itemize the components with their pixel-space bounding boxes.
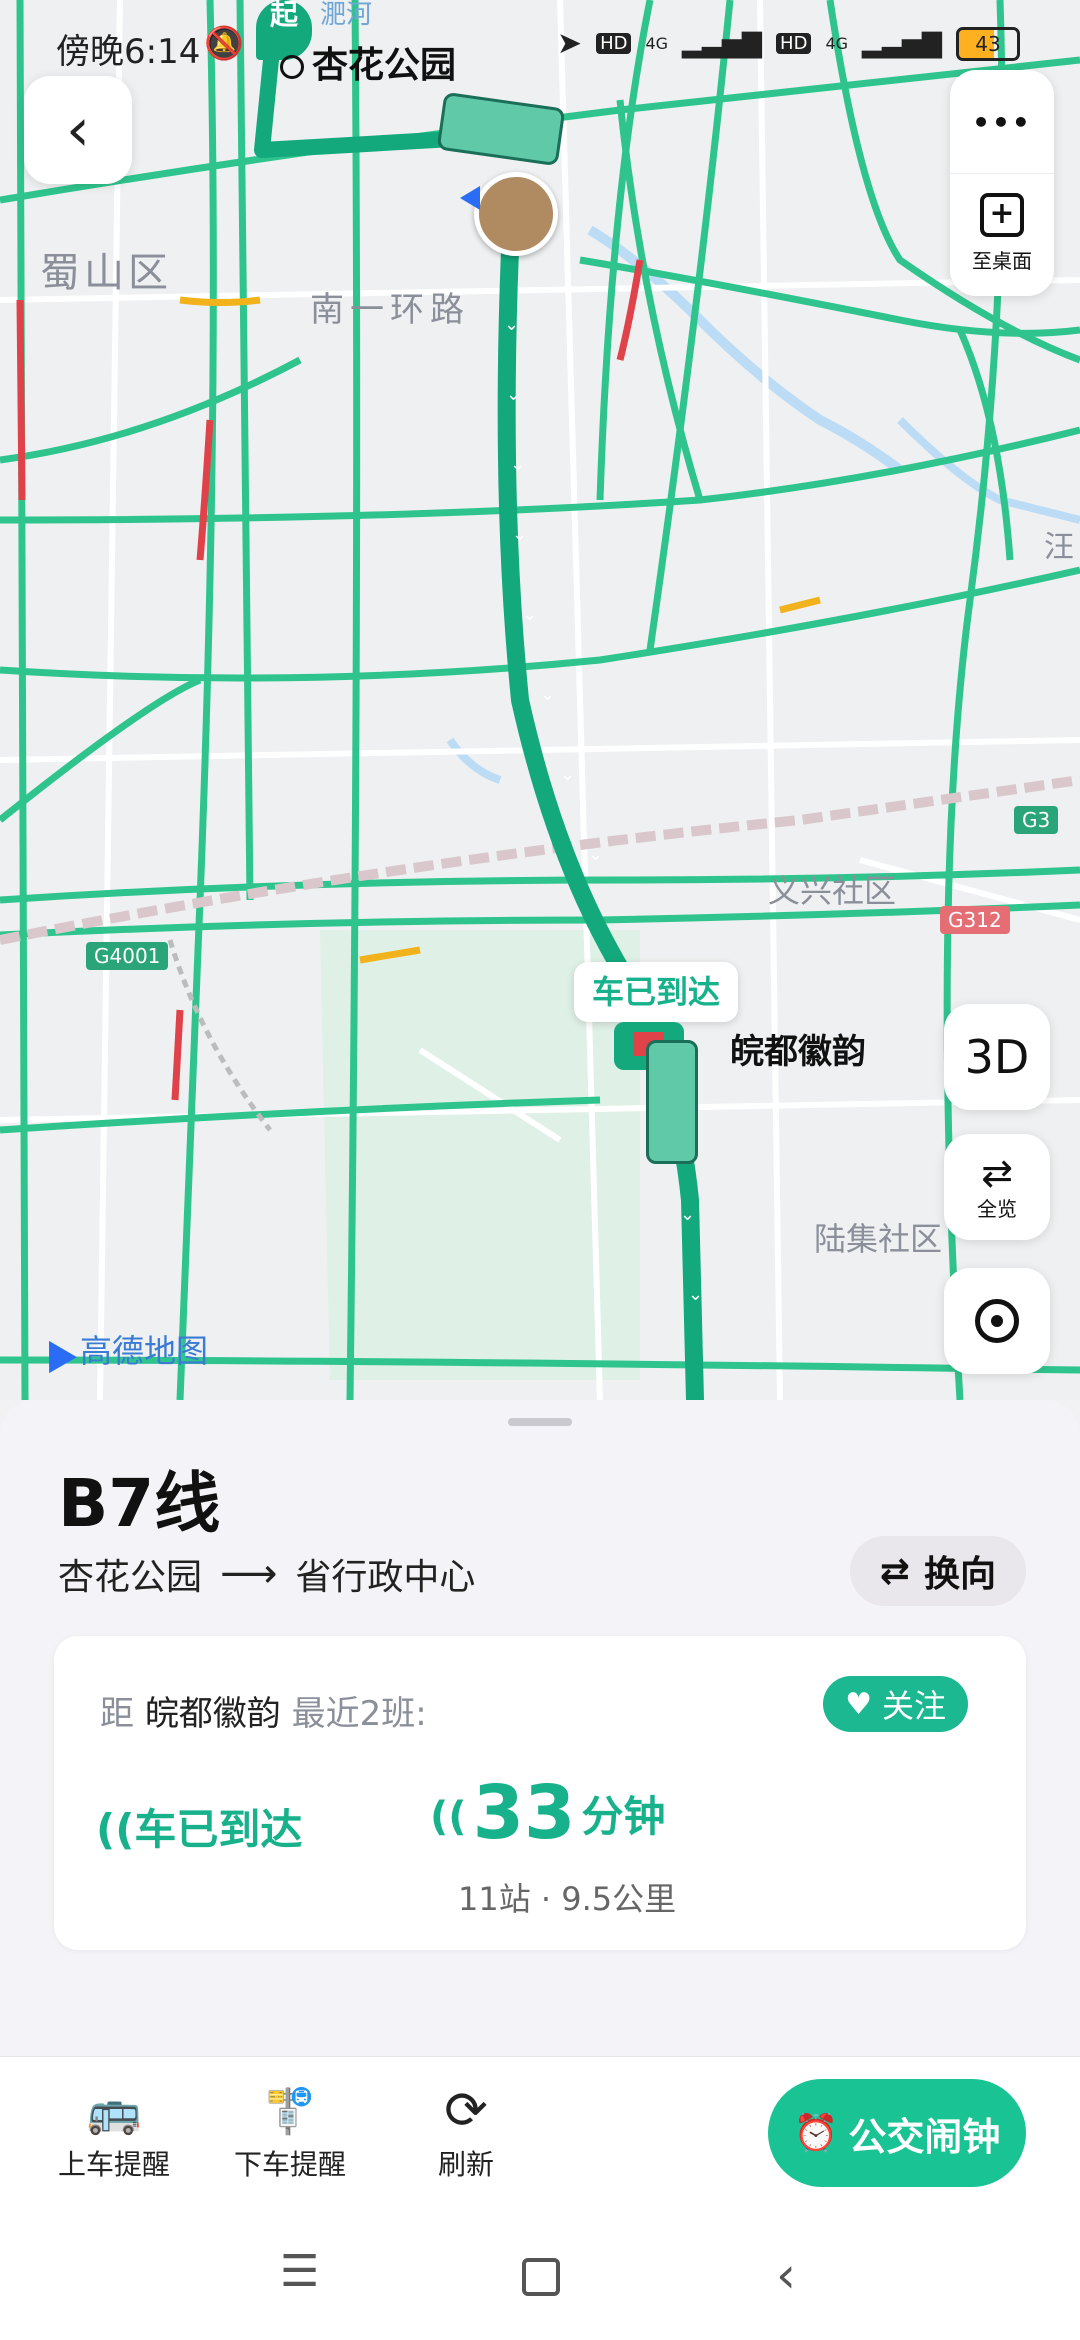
place-label-wang: 汪: [1044, 530, 1074, 565]
distance-stop-name: 皖都徽韵: [144, 1694, 281, 1734]
stop-name-label: 皖都徽韵: [730, 1032, 866, 1072]
location-arrow-icon: ➤: [556, 26, 583, 61]
home-icon[interactable]: [522, 2258, 560, 2296]
more-icon: •••: [972, 106, 1032, 139]
arrival-card: 距 皖都徽韵 最近2班: ♥ 关注 ((车已到达 (( 33 分钟 11站 · …: [54, 1636, 1026, 1950]
bus-board-icon: 🚌: [86, 2086, 142, 2137]
bus-arrived-bubble: 车已到达: [574, 962, 739, 1022]
highway-label-g4001: G4001: [86, 942, 169, 970]
bus2-eta: (( 33 分钟: [430, 1776, 666, 1850]
follow-button[interactable]: ♥ 关注: [823, 1676, 968, 1732]
place-label-yixing: 义兴社区: [768, 872, 897, 910]
svg-text:⌄: ⌄: [588, 844, 603, 865]
3d-label: 3D: [964, 1030, 1030, 1084]
direction-from: 杏花公园: [58, 1557, 203, 1598]
road-label: 南一环路: [310, 290, 470, 330]
route-overview-icon: ⇄: [981, 1150, 1013, 1195]
realtime-signal-icon-2: ((: [430, 1794, 467, 1840]
highway-label-g312: G312: [940, 906, 1010, 934]
user-location-avatar[interactable]: [474, 172, 558, 256]
alight-alert-label: 下车提醒: [233, 2148, 346, 2181]
svg-text:⌄: ⌄: [512, 524, 527, 545]
net-label-1: 4G: [645, 34, 669, 53]
map-view[interactable]: ⌄ ⌄ ⌄ ⌄ ⌄ ⌄ ⌄ ⌄ ⌄ ⌄ 起 杏花公园 淝河 蜀山区 南一环路 义兴社区 陆集…: [0, 0, 1080, 1400]
3d-button[interactable]: 3D: [944, 1004, 1050, 1110]
distance-header: 距 皖都徽韵 最近2班:: [100, 1694, 427, 1734]
overview-label: 全览: [977, 1196, 1017, 1221]
signal-icon-2: ▂▃▅▇: [862, 28, 942, 59]
back-arrow-icon: ‹: [66, 95, 90, 165]
alarm-clock-icon: ⏰: [793, 2113, 839, 2154]
swap-label: 换向: [923, 1554, 996, 1595]
line-name: B7线: [58, 1465, 221, 1542]
heading-arrow-icon: [460, 186, 480, 210]
overview-button[interactable]: ⇄ 全览: [944, 1134, 1050, 1240]
direction-row: 杏花公园 ⟶ 省行政中心: [58, 1548, 475, 1600]
svg-text:⌄: ⌄: [680, 1204, 695, 1225]
bus2-unit: 分钟: [581, 1792, 666, 1841]
amap-watermark: 高德地图: [35, 1326, 208, 1374]
svg-text:⌄: ⌄: [560, 764, 575, 785]
place-label-luji: 陆集社区: [814, 1220, 943, 1258]
refresh-button[interactable]: ⟳ 刷新: [396, 2079, 536, 2183]
crosshair-icon: [975, 1299, 1019, 1343]
drag-handle[interactable]: [508, 1418, 572, 1426]
direction-to: 省行政中心: [295, 1557, 476, 1598]
net-label-2: 4G: [825, 34, 849, 53]
alight-alert-button[interactable]: 🚏 下车提醒: [220, 2079, 360, 2183]
svg-text:⌄: ⌄: [506, 384, 521, 405]
mute-icon: 🔕: [204, 24, 244, 62]
signal-icon-1: ▂▃▅▇: [682, 28, 763, 59]
follow-label: 关注: [881, 1687, 946, 1725]
menu-icon[interactable]: ☰: [280, 2246, 319, 2297]
bus-alight-icon: 🚏: [262, 2086, 318, 2137]
to-desktop-label: 至桌面: [972, 249, 1032, 273]
add-to-desktop-button[interactable]: + 至桌面: [972, 174, 1032, 294]
bus2-detail: 11站 · 9.5公里: [458, 1880, 677, 1918]
bus2-minutes: 33: [472, 1770, 576, 1856]
more-actions-panel: ••• + 至桌面: [950, 70, 1054, 296]
highway-label-g3: G3: [1014, 806, 1059, 834]
bus-alarm-label: 公交闹钟: [848, 2114, 1001, 2159]
back-nav-icon[interactable]: ‹: [776, 2246, 796, 2304]
bus1-status: ((车已到达: [96, 1805, 303, 1854]
direction-arrow-icon: ⟶: [220, 1551, 278, 1597]
hd-badge-2: HD: [776, 33, 812, 54]
status-time: 傍晚6:14: [56, 32, 201, 72]
svg-text:⌄: ⌄: [504, 314, 519, 335]
svg-text:⌄: ⌄: [688, 1284, 703, 1305]
svg-text:⌄: ⌄: [510, 454, 525, 475]
refresh-label: 刷新: [437, 2148, 494, 2181]
bottom-toolbar: 🚌 上车提醒 🚏 下车提醒 ⟳ 刷新 ⏰ 公交闹钟: [0, 2056, 1080, 2211]
board-alert-label: 上车提醒: [57, 2148, 170, 2181]
system-nav-bar: ☰ ‹: [0, 2210, 1080, 2340]
swap-icon: ⇄: [879, 1550, 910, 1592]
svg-text:⌄: ⌄: [522, 604, 537, 625]
heart-icon: ♥: [845, 1686, 872, 1722]
amap-logo-icon: [35, 1332, 77, 1374]
svg-text:⌄: ⌄: [540, 684, 555, 705]
status-bar: 傍晚6:14 🔕 ➤ HD 4G ▂▃▅▇ HD 4G ▂▃▅▇ 43: [0, 0, 1080, 90]
locate-button[interactable]: [944, 1268, 1050, 1374]
swap-direction-button[interactable]: ⇄ 换向: [849, 1536, 1026, 1606]
board-alert-button[interactable]: 🚌 上车提醒: [44, 2079, 184, 2183]
back-button[interactable]: ‹: [24, 76, 132, 184]
bus-icon-stop[interactable]: [646, 1040, 698, 1164]
battery-icon: 43: [956, 26, 1020, 61]
hd-badge-1: HD: [596, 33, 632, 54]
refresh-icon: ⟳: [444, 2081, 488, 2141]
bus-alarm-button[interactable]: ⏰ 公交闹钟: [768, 2079, 1026, 2187]
district-label: 蜀山区: [40, 250, 172, 296]
line-info-panel: B7线 杏花公园 ⟶ 省行政中心 ⇄ 换向 距 皖都徽韵 最近2班: ♥ 关注 …: [0, 1400, 1080, 2080]
realtime-signal-icon: ((: [96, 1805, 135, 1854]
add-square-icon: +: [980, 193, 1024, 237]
